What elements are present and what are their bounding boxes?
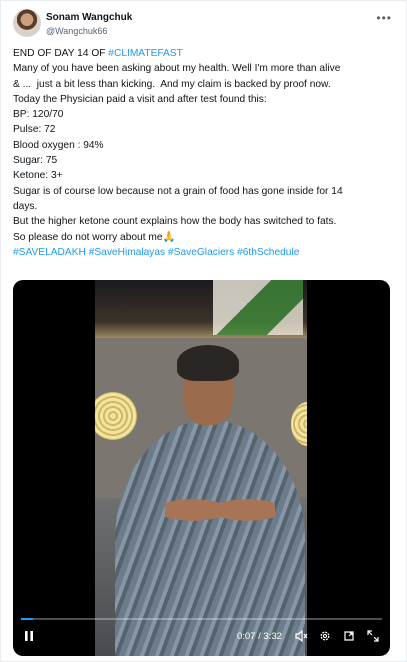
hashtag-6thschedule[interactable]: #6thSchedule xyxy=(237,247,299,258)
bp-reading: BP: 120/70 xyxy=(13,109,64,121)
mute-icon[interactable] xyxy=(295,630,308,642)
tweet-line-11: days. xyxy=(13,200,38,212)
folded-hands-emoji: 🙏 xyxy=(162,231,176,243)
author-handle[interactable]: @Wangchuk66 xyxy=(46,26,107,36)
hashtag-row: #SAVELADAKH #SaveHimalayas #SaveGlaciers… xyxy=(13,245,398,260)
tweet-line-13: So please do not worry about me🙏 xyxy=(13,230,398,245)
video-progress-fill xyxy=(21,618,33,620)
tweet-header: Sonam Wangchuk @Wangchuk66 ••• xyxy=(13,9,396,43)
person-hands xyxy=(165,485,275,535)
background-flag xyxy=(213,280,303,335)
settings-gear-icon[interactable] xyxy=(319,630,331,642)
tweet-text: END OF DAY 14 OF #CLIMATEFAST Many of yo… xyxy=(13,46,398,260)
hashtag-climatefast[interactable]: #CLIMATEFAST xyxy=(108,48,183,59)
video-player[interactable]: 0:07 / 3:32 xyxy=(13,280,390,656)
pulse-reading: Pulse: 72 xyxy=(13,124,56,136)
tweet-line-1-text: END OF DAY 14 OF xyxy=(13,48,109,59)
video-frame xyxy=(95,280,307,656)
pause-icon[interactable] xyxy=(23,630,35,642)
ketone-reading: Ketone: 3+ xyxy=(13,170,63,182)
tweet-line-12: But the higher ketone count explains how… xyxy=(13,216,337,228)
author-name[interactable]: Sonam Wangchuk xyxy=(46,12,132,23)
tweet-line-1: END OF DAY 14 OF #CLIMATEFAST xyxy=(13,46,398,61)
picture-in-picture-icon[interactable] xyxy=(343,630,355,642)
tweet-line-2: Many of you have been asking about my he… xyxy=(13,63,341,75)
video-time: 0:07 / 3:32 xyxy=(237,631,282,642)
tweet-line-13-text: So please do not worry about me xyxy=(13,231,163,243)
sugar-reading: Sugar: 75 xyxy=(13,155,58,167)
video-progress-bar[interactable] xyxy=(21,618,382,620)
hashtag-saveladakh[interactable]: #SAVELADAKH xyxy=(13,247,86,258)
tweet-line-10: Sugar is of course low because not a gra… xyxy=(13,185,343,197)
more-options-icon[interactable]: ••• xyxy=(376,11,392,25)
oxygen-reading: Blood oxygen : 94% xyxy=(13,139,104,151)
tweet-card: Sonam Wangchuk @Wangchuk66 ••• END OF DA… xyxy=(0,0,407,662)
video-controls: 0:07 / 3:32 xyxy=(13,616,390,656)
fullscreen-icon[interactable] xyxy=(367,630,379,642)
hashtag-savehimalayas[interactable]: #SaveHimalayas xyxy=(89,247,165,258)
tweet-line-4: Today the Physician paid a visit and aft… xyxy=(13,93,267,105)
tweet-line-3: & ... just a bit less than kicking. And … xyxy=(13,78,331,90)
person-hair xyxy=(177,345,239,381)
avatar[interactable] xyxy=(13,9,41,37)
hashtag-saveglaciers[interactable]: #SaveGlaciers xyxy=(168,247,234,258)
